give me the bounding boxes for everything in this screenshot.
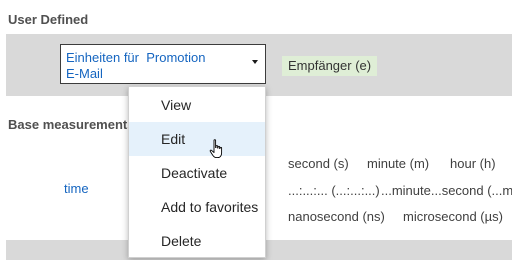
menu-item-edit[interactable]: Edit — [129, 122, 265, 156]
menu-item-add-to-favorites[interactable]: Add to favorites — [129, 190, 265, 224]
hand-pointer-icon — [209, 139, 223, 159]
unit-nanosecond: nanosecond (ns) — [288, 209, 385, 224]
menu-item-deactivate[interactable]: Deactivate — [129, 156, 265, 190]
unit-microsecond: microsecond (µs) — [403, 209, 503, 224]
unit-minute-second-format: ...minute...second (...m... — [381, 183, 512, 198]
menu-item-delete[interactable]: Delete — [129, 224, 265, 258]
unit-time-format: ...:...:... (...:...:...) — [288, 183, 380, 198]
unit-second: second (s) — [288, 156, 349, 171]
entity-select-value: Einheiten für Promotion E-Mail — [66, 50, 206, 81]
section-title-base-measurements: Base measurements — [8, 117, 135, 132]
entity-select[interactable]: Einheiten für Promotion E-Mail — [60, 44, 266, 84]
section-title-user-defined: User Defined — [8, 12, 89, 27]
menu-item-view[interactable]: View — [129, 88, 265, 122]
recipient-tag[interactable]: Empfänger (e) — [282, 56, 378, 76]
chevron-down-icon[interactable] — [252, 60, 258, 64]
unit-link-time[interactable]: time — [64, 181, 89, 196]
context-menu: View Edit Deactivate Add to favorites De… — [128, 86, 266, 258]
unit-hour: hour (h) — [450, 156, 496, 171]
unit-minute: minute (m) — [367, 156, 430, 171]
